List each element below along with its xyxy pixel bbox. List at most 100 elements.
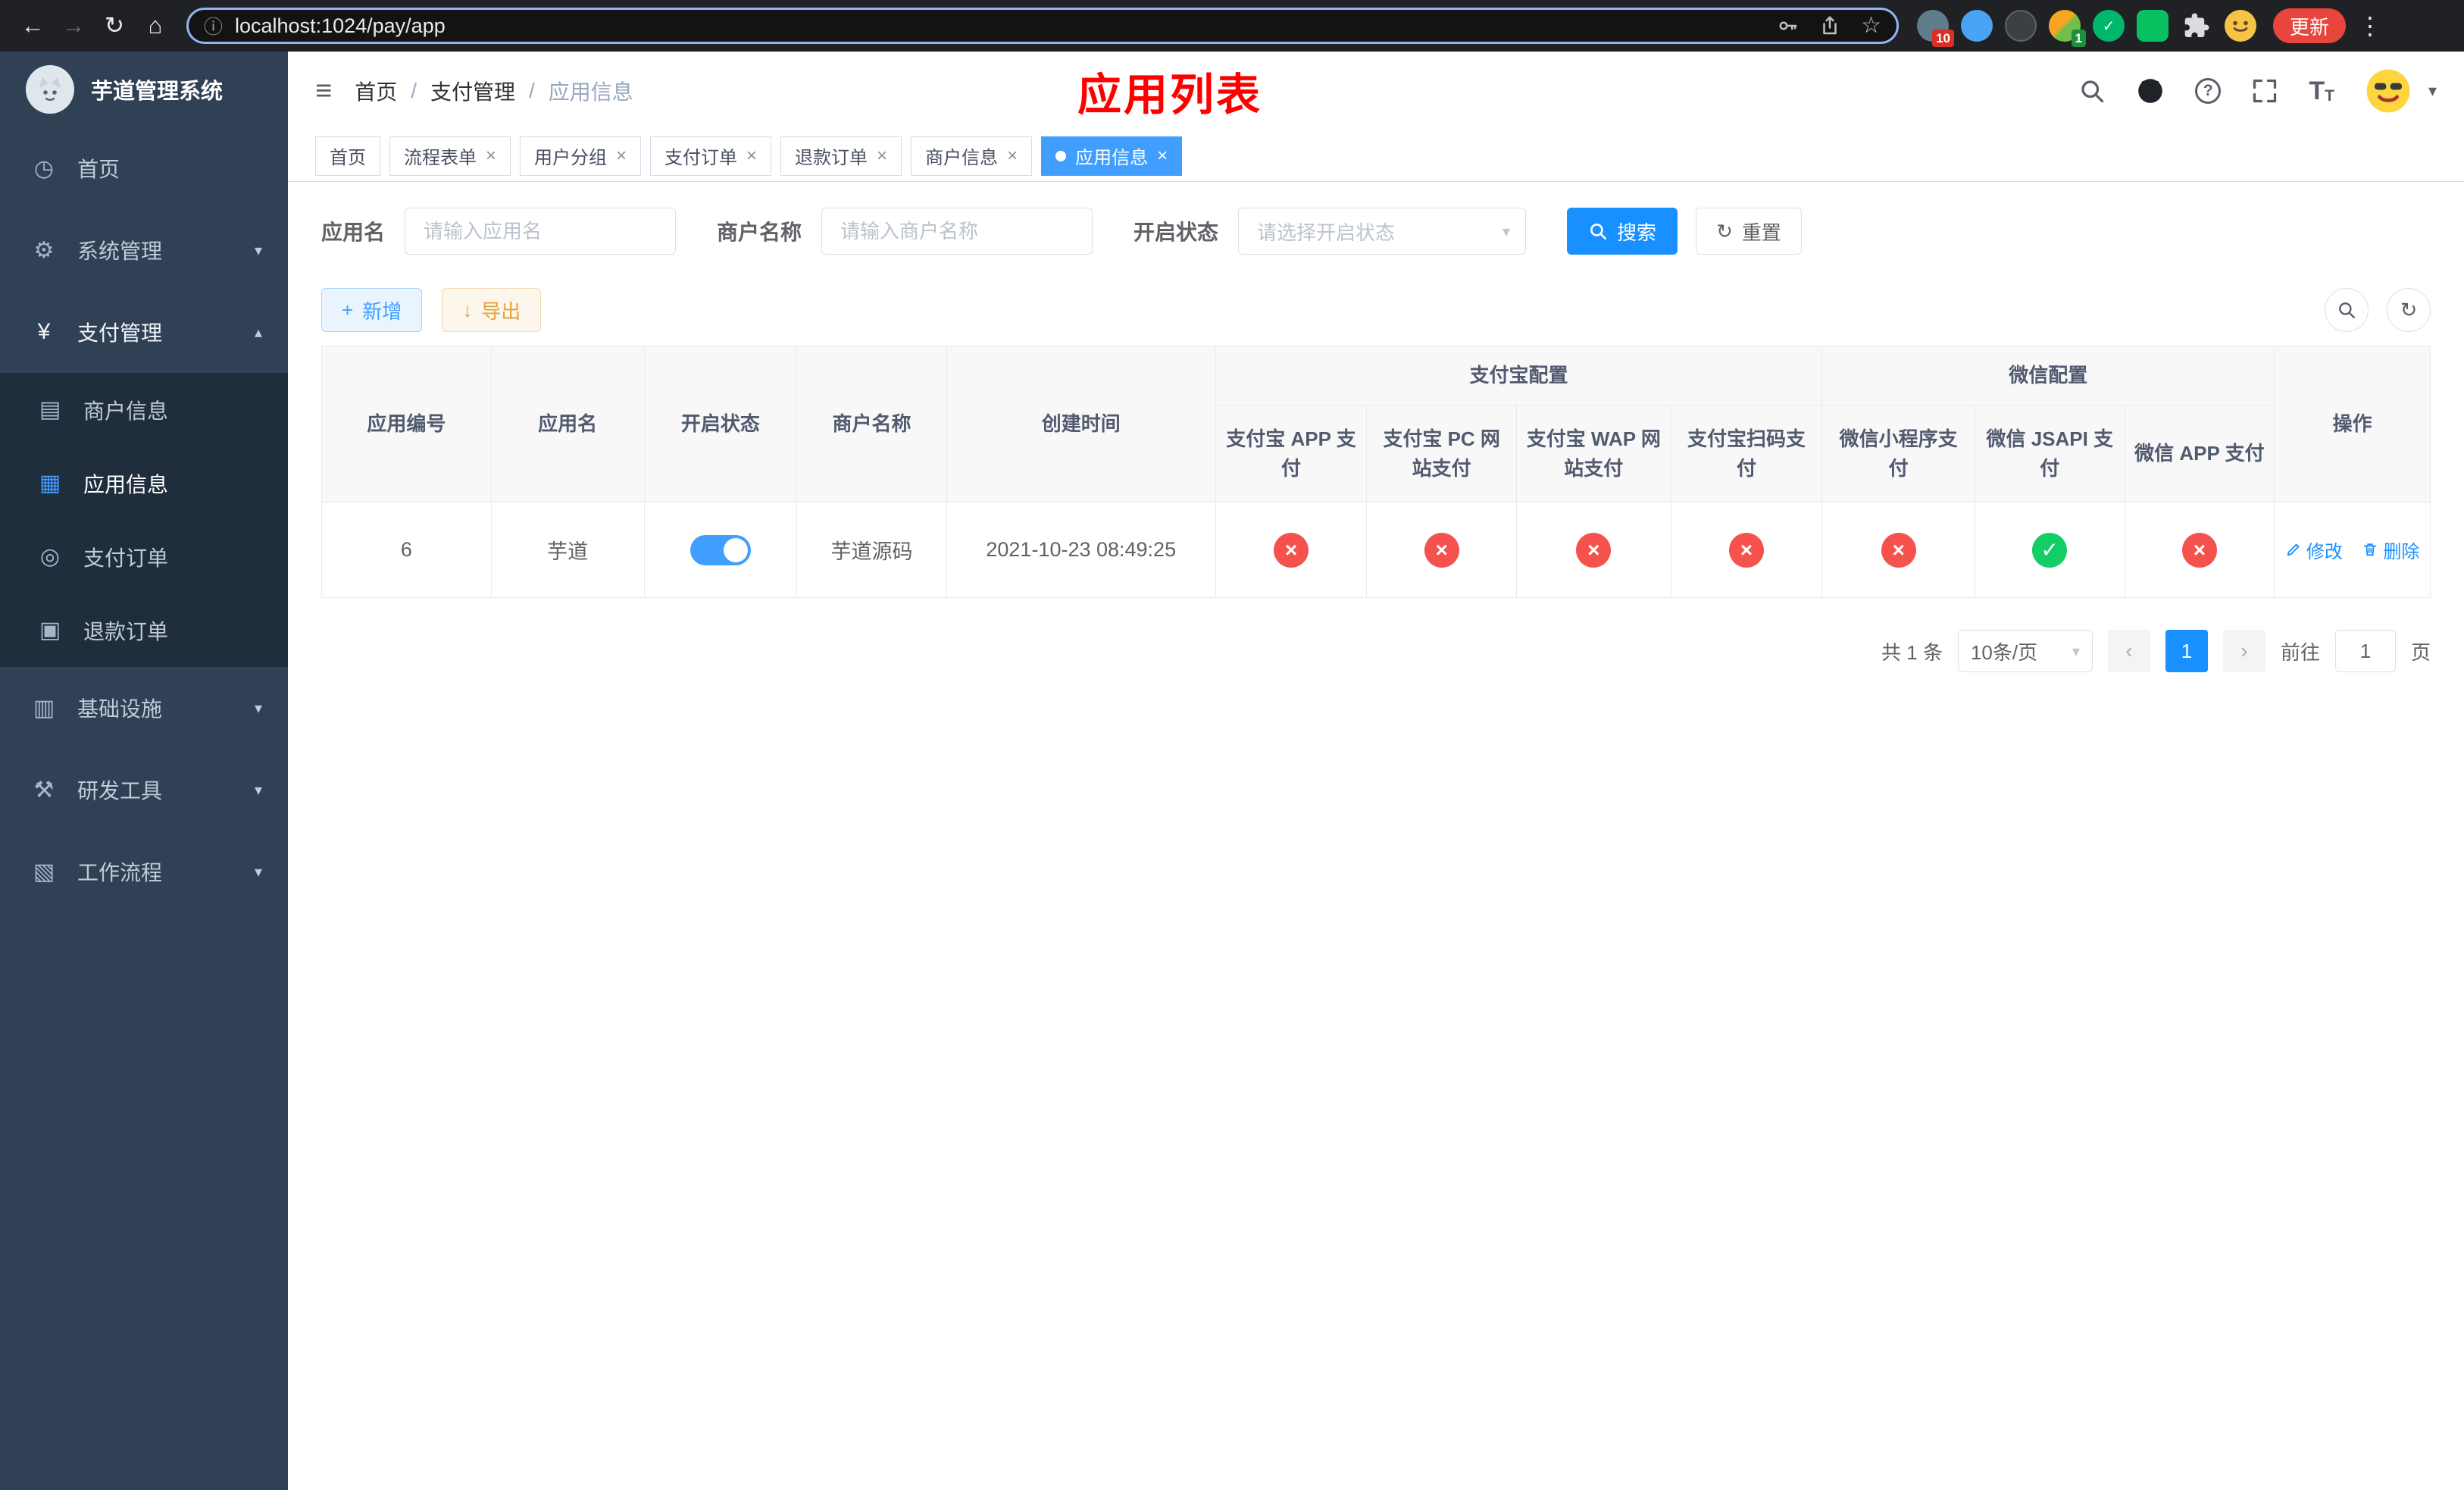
app-title: 芋道管理系统: [91, 80, 224, 104]
main-area: ≡ 首页 支付管理 应用信息 应用列表 ?: [288, 52, 2464, 1490]
prev-page-button[interactable]: ‹: [2107, 630, 2150, 672]
close-icon[interactable]: ×: [746, 146, 757, 165]
workflow-icon: ▧: [33, 859, 55, 884]
goto-label: 前往: [2280, 640, 2320, 664]
close-icon[interactable]: ×: [616, 146, 627, 165]
fullscreen-icon[interactable]: [2251, 77, 2278, 105]
tags-view: 首页 流程表单 × 用户分组 × 支付订单 × 退款订单 × 商户信息 × 应用…: [288, 130, 2464, 182]
close-icon[interactable]: ×: [1157, 146, 1168, 165]
tab-merchant-info[interactable]: 商户信息 ×: [911, 136, 1033, 176]
sidebar-item-infrastructure[interactable]: ▥ 基础设施 ▾: [0, 667, 288, 749]
browser-back-button[interactable]: ←: [12, 5, 53, 46]
bookmark-star-icon[interactable]: ☆: [1861, 14, 1881, 37]
app-table: 应用编号 应用名 开启状态 商户名称 创建时间 支付宝配置 微信配置 操作 支付…: [321, 346, 2431, 598]
tab-pay-orders[interactable]: 支付订单 ×: [650, 136, 772, 176]
sidebar-item-pay-orders[interactable]: ◎ 支付订单: [0, 520, 288, 593]
col-header-id: 应用编号: [321, 346, 492, 502]
merchant-name-input[interactable]: [821, 208, 1093, 255]
infrastructure-icon: ▥: [33, 695, 55, 721]
share-icon[interactable]: [1818, 14, 1841, 37]
delete-link[interactable]: 删除: [2362, 537, 2419, 563]
col-header-name: 应用名: [490, 346, 645, 502]
sidebar-item-workflow[interactable]: ▧ 工作流程 ▾: [0, 831, 288, 912]
search-button[interactable]: 搜索: [1567, 208, 1678, 255]
extension-icon[interactable]: 1: [2049, 10, 2086, 47]
password-key-icon[interactable]: [1776, 14, 1799, 37]
font-size-icon[interactable]: TT: [2309, 78, 2334, 104]
tab-app-info[interactable]: 应用信息 ×: [1041, 136, 1183, 176]
next-page-button[interactable]: ›: [2222, 630, 2265, 672]
close-icon[interactable]: ×: [877, 146, 887, 165]
edit-link[interactable]: 修改: [2285, 537, 2343, 563]
col-header-merchant: 商户名称: [796, 346, 947, 502]
table-toolbar: + 新增 ↓ 导出 ↻: [321, 288, 2431, 332]
chevron-down-icon: ▾: [1502, 223, 1511, 240]
extension-icon[interactable]: [1961, 10, 1993, 42]
sidebar-toggle-icon[interactable]: ≡: [315, 77, 332, 105]
tab-user-group[interactable]: 用户分组 ×: [520, 136, 642, 176]
browser-home-button[interactable]: ⌂: [135, 5, 176, 46]
reset-button[interactable]: ↻ 重置: [1696, 208, 1802, 255]
extension-icon[interactable]: ✓: [2093, 10, 2125, 42]
status-toggle[interactable]: [689, 534, 751, 565]
extensions-cluster: 10 1 ✓: [1917, 10, 2256, 47]
export-button[interactable]: ↓ 导出: [442, 288, 542, 332]
extension-icon[interactable]: 10: [1917, 10, 1954, 47]
help-icon[interactable]: ?: [2195, 78, 2222, 104]
overlay-title: 应用列表: [1077, 70, 1263, 120]
app-logo: 芋道管理系统: [0, 52, 288, 127]
profile-avatar[interactable]: [2225, 10, 2256, 42]
merchant-name-label: 商户名称: [717, 221, 802, 244]
reload-icon: ↻: [105, 12, 124, 39]
user-avatar[interactable]: [2365, 67, 2412, 114]
sidebar-item-system[interactable]: ⚙ 系统管理 ▾: [0, 209, 288, 291]
address-bar[interactable]: ⓘ localhost:1024/pay/app ☆: [186, 8, 1899, 44]
toggle-search-button[interactable]: [2325, 288, 2369, 332]
tab-process-form[interactable]: 流程表单 ×: [389, 136, 511, 176]
browser-menu-icon[interactable]: ⋮: [2355, 11, 2385, 40]
site-info-icon[interactable]: ⓘ: [204, 12, 223, 39]
browser-reload-button[interactable]: ↻: [94, 5, 135, 46]
tab-home[interactable]: 首页: [315, 136, 380, 176]
plus-icon: +: [342, 298, 354, 321]
browser-forward-button[interactable]: →: [53, 5, 94, 46]
refresh-table-button[interactable]: ↻: [2387, 288, 2431, 332]
breadcrumb-payment[interactable]: 支付管理: [430, 76, 515, 106]
add-button[interactable]: + 新增: [321, 288, 423, 332]
breadcrumb-home[interactable]: 首页: [355, 76, 397, 106]
close-icon[interactable]: ×: [1007, 146, 1018, 165]
chevron-down-icon: ▾: [254, 242, 262, 259]
extensions-puzzle-icon[interactable]: [2181, 10, 2212, 42]
sidebar-item-home[interactable]: ◷ 首页: [0, 127, 288, 209]
status-label: 开启状态: [1134, 221, 1219, 244]
sidebar-item-devtools[interactable]: ⚒ 研发工具 ▾: [0, 749, 288, 831]
col-header-wx-mini: 微信小程序支付: [1821, 405, 1975, 502]
breadcrumb-separator: [411, 79, 417, 103]
url-text: localhost:1024/pay/app: [235, 14, 446, 37]
app-name-input[interactable]: [405, 208, 677, 255]
cell-name: 芋道: [490, 502, 645, 598]
group-header-alipay: 支付宝配置: [1215, 346, 1823, 405]
sidebar-item-refund-orders[interactable]: ▣ 退款订单: [0, 593, 288, 667]
page-1-button[interactable]: 1: [2165, 630, 2208, 672]
page-size-select[interactable]: 10条/页 ▾: [1957, 630, 2093, 672]
search-icon[interactable]: [2078, 77, 2106, 105]
browser-update-button[interactable]: 更新: [2273, 8, 2347, 43]
avatar-caret-icon[interactable]: ▾: [2428, 81, 2437, 101]
extension-icon[interactable]: [2137, 10, 2169, 42]
yen-icon: ¥: [37, 319, 51, 344]
cell-created: 2021-10-23 08:49:25: [946, 502, 1216, 598]
logo-avatar: [26, 65, 74, 114]
tab-refund-orders[interactable]: 退款订单 ×: [780, 136, 902, 176]
forward-icon: →: [61, 12, 86, 39]
col-header-wx-jsapi: 微信 JSAPI 支付: [1974, 405, 2125, 502]
sidebar-item-merchant-info[interactable]: ▤ 商户信息: [0, 373, 288, 446]
group-header-wechat: 微信配置: [1821, 346, 2275, 405]
sidebar-item-app-info[interactable]: ▦ 应用信息: [0, 446, 288, 520]
goto-page-input[interactable]: [2334, 630, 2396, 672]
github-icon[interactable]: [2136, 77, 2165, 105]
sidebar-item-payment[interactable]: ¥ 支付管理 ▴: [0, 291, 288, 373]
close-icon[interactable]: ×: [486, 146, 496, 165]
status-select[interactable]: 请选择开启状态 ▾: [1238, 208, 1527, 255]
extension-icon[interactable]: [2005, 10, 2037, 42]
